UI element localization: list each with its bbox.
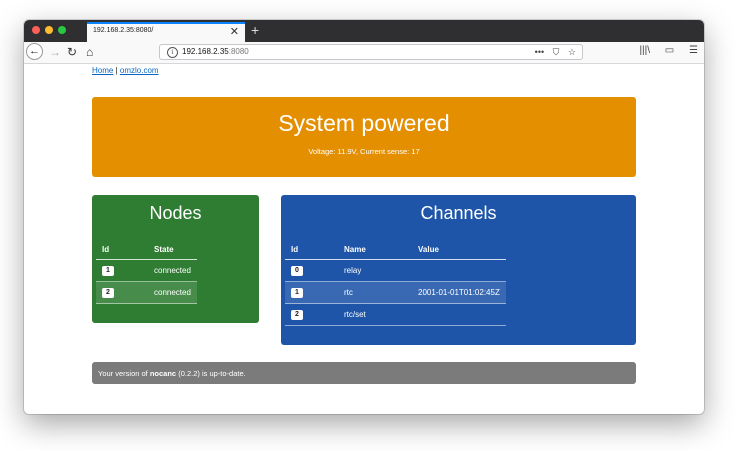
channel-value: 2001-01-01T01:02:45Z (412, 281, 506, 304)
channels-title: Channels (420, 203, 497, 223)
channels-table: Id Name Value 0 relay 1 rtc 2001-01-01T0… (285, 239, 506, 326)
channel-id-badge: 1 (291, 288, 303, 298)
page-content: Home | omzlo.com System powered Voltage:… (24, 64, 704, 414)
maximize-window-button[interactable] (58, 26, 66, 34)
version-suffix: (0.2.2) is up-to-date. (176, 369, 246, 378)
table-row: 0 relay (285, 259, 506, 282)
column-header-value: Value (412, 239, 506, 260)
page-actions-icon[interactable]: ••• (535, 47, 544, 57)
url-bar[interactable]: i 192.168.2.35:8080 ••• ⛉ ☆ (159, 44, 583, 60)
channel-name: relay (338, 259, 412, 282)
table-row: 1 rtc 2001-01-01T01:02:45Z (285, 281, 506, 304)
column-header-id: Id (96, 239, 148, 260)
banner-title: System powered (278, 110, 450, 136)
title-bar: 192.168.2.35:8080/ ✕ + (24, 20, 704, 42)
close-window-button[interactable] (32, 26, 40, 34)
forward-arrow-icon[interactable]: → (49, 44, 61, 60)
close-tab-icon[interactable]: ✕ (230, 25, 239, 39)
url-port: :8080 (228, 47, 249, 56)
home-icon[interactable]: ⌂ (86, 44, 93, 60)
node-id-badge: 1 (102, 266, 114, 276)
table-row: 2 rtc/set (285, 303, 506, 326)
system-status-banner: System powered Voltage: 11.9V, Current s… (92, 97, 636, 177)
back-arrow-icon[interactable]: ← (26, 43, 43, 60)
column-header-id: Id (285, 239, 338, 260)
channels-panel: Channels Id Name Value 0 relay 1 rtc 200… (281, 195, 636, 345)
browser-tab[interactable]: 192.168.2.35:8080/ ✕ (87, 22, 245, 42)
node-id-badge: 2 (102, 288, 114, 298)
banner-subtitle: Voltage: 11.9V, Current sense: 17 (308, 147, 420, 156)
table-row: 1 connected (96, 259, 197, 282)
channel-value (412, 303, 506, 326)
node-state: connected (148, 281, 197, 304)
channel-name: rtc/set (338, 303, 412, 326)
sidebar-icon[interactable]: ▭ (665, 45, 674, 56)
new-tab-icon[interactable]: + (251, 21, 259, 39)
info-icon[interactable]: i (167, 47, 178, 58)
nodes-title: Nodes (149, 203, 202, 223)
table-header-row: Id State (96, 239, 197, 260)
url-host: 192.168.2.35 (182, 47, 229, 56)
version-status-bar: Your version of nocanc (0.2.2) is up-to-… (92, 362, 636, 384)
home-link[interactable]: Home (92, 66, 113, 75)
minimize-window-button[interactable] (45, 26, 53, 34)
column-header-name: Name (338, 239, 412, 260)
version-message: Your version of nocanc (0.2.2) is up-to-… (98, 369, 246, 378)
app-name: nocanc (149, 369, 177, 378)
node-state: connected (148, 259, 197, 282)
table-row: 2 connected (96, 281, 197, 304)
table-header-row: Id Name Value (285, 239, 506, 260)
menu-icon[interactable]: ☰ (689, 45, 698, 56)
toolbar-right: |||\ ▭ ☰ (627, 45, 698, 56)
nodes-table: Id State 1 connected 2 connected (96, 239, 197, 304)
url-actions: ••• ⛉ ☆ (529, 45, 576, 59)
nodes-panel: Nodes Id State 1 connected 2 connected (92, 195, 259, 323)
channel-id-badge: 0 (291, 266, 303, 276)
library-icon[interactable]: |||\ (639, 45, 650, 56)
bookmark-star-icon[interactable]: ☆ (568, 47, 576, 57)
version-prefix: Your version of (98, 369, 150, 378)
column-header-state: State (148, 239, 197, 260)
url-text: 192.168.2.35:8080 (182, 47, 249, 56)
channel-id-badge: 2 (291, 310, 303, 320)
pocket-icon[interactable]: ⛉ (553, 47, 560, 57)
browser-window: 192.168.2.35:8080/ ✕ + ← → ↻ ⌂ i 192.168… (24, 20, 704, 414)
reload-icon[interactable]: ↻ (67, 44, 77, 60)
omzlo-link[interactable]: omzlo.com (120, 66, 159, 75)
channel-name: rtc (338, 281, 412, 304)
channel-value (412, 259, 506, 282)
tab-title: 192.168.2.35:8080/ (93, 27, 154, 34)
top-links: Home | omzlo.com (92, 66, 159, 75)
navigation-bar: ← → ↻ ⌂ i 192.168.2.35:8080 ••• ⛉ ☆ |||\… (24, 42, 704, 64)
